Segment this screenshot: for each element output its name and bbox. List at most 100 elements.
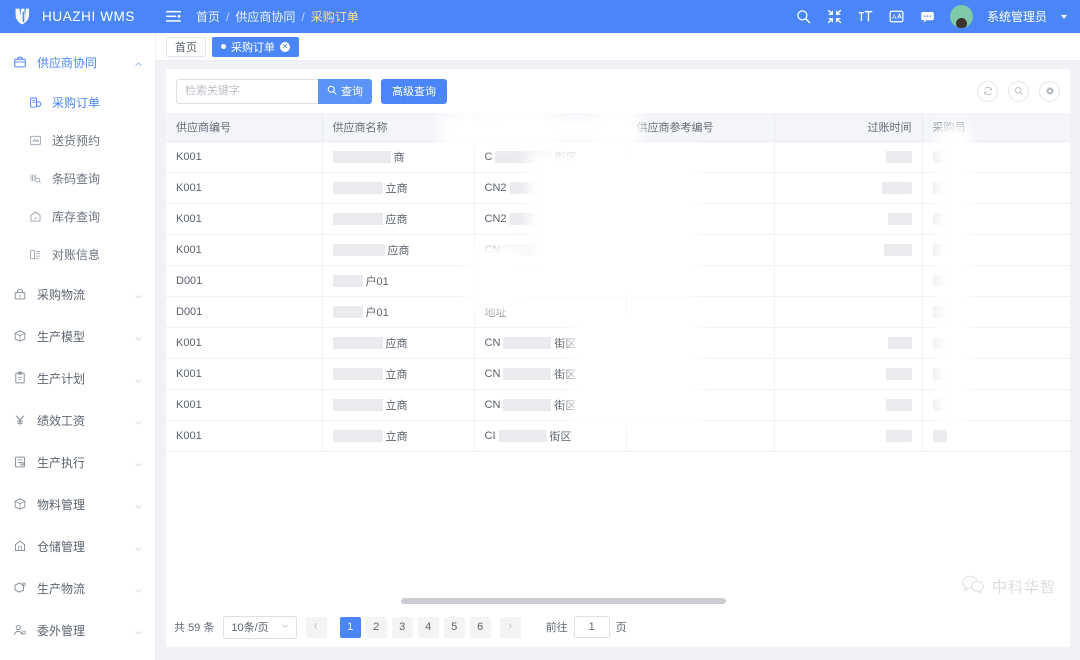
cell-supplier-code: K001 xyxy=(166,141,322,172)
query-button-label: 查询 xyxy=(341,83,363,99)
search-input[interactable] xyxy=(176,79,318,104)
sidebar-group-production-execution[interactable]: 生产执行 xyxy=(0,441,155,483)
chevron-down-icon[interactable] xyxy=(1061,15,1067,19)
font-size-icon[interactable] xyxy=(857,8,874,25)
sidebar-group-material-management[interactable]: 物料管理 xyxy=(0,483,155,525)
avatar-face xyxy=(956,18,967,28)
language-icon[interactable]: A xyxy=(888,8,905,25)
huazhi-logo-icon xyxy=(14,7,33,26)
page-size-select[interactable]: 10条/页 xyxy=(223,616,296,639)
breadcrumb-item-1[interactable]: 供应商协同 xyxy=(235,8,295,25)
page-button-1[interactable]: 1 xyxy=(340,617,361,638)
pagination: 共 59 条 10条/页 1 2 3 4 5 xyxy=(166,607,1070,647)
sidebar-group-purchase-logistics[interactable]: 采购物流 xyxy=(0,273,155,315)
advanced-query-button[interactable]: 高级查询 xyxy=(381,79,447,104)
table-row[interactable]: K001 立商 CI街区 xyxy=(166,420,1070,451)
chevron-down-icon xyxy=(134,290,143,299)
hamburger-icon xyxy=(166,10,181,23)
horizontal-scrollbar[interactable] xyxy=(166,595,1070,607)
sidebar-group-production-logistics[interactable]: 生产物流 xyxy=(0,567,155,609)
cell-post-time xyxy=(774,172,922,203)
chevron-down-icon xyxy=(134,584,143,593)
table-row[interactable]: K001 应商 CN2街 xyxy=(166,203,1070,234)
tab-purchase-order[interactable]: 采购订单 ✕ xyxy=(212,37,299,57)
search-icon xyxy=(327,85,337,98)
cell-supplier-name: 立商 xyxy=(322,172,474,203)
sidebar-item-delivery-appointment[interactable]: 送货预约 xyxy=(0,121,155,159)
fullscreen-exit-icon[interactable] xyxy=(826,8,843,25)
column-header-address[interactable]: 地址 xyxy=(474,113,626,141)
sidebar-item-label: 对账信息 xyxy=(52,246,100,263)
table-row[interactable]: K001 立商 CN街区 xyxy=(166,358,1070,389)
header-actions: A 系统管理员 xyxy=(795,5,1080,28)
tab-active-dot-icon xyxy=(221,44,226,49)
cell-buyer xyxy=(922,327,1070,358)
warehouse-management-icon xyxy=(12,539,27,553)
sidebar-nav: 供应商协同 采购订单 送货预约 条 xyxy=(0,33,155,651)
cell-supplier-name: 户01 xyxy=(322,296,474,327)
breadcrumb-item-0[interactable]: 首页 xyxy=(196,8,220,25)
sidebar-group-label: 委外管理 xyxy=(37,622,124,639)
cell-post-time xyxy=(774,327,922,358)
cell-post-time xyxy=(774,358,922,389)
prev-page-button[interactable] xyxy=(306,617,327,638)
table-row[interactable]: K001 立商 CN街区 xyxy=(166,389,1070,420)
page-button-5[interactable]: 5 xyxy=(444,617,465,638)
column-header-buyer[interactable]: 采购员 xyxy=(922,113,1070,141)
page-button-6[interactable]: 6 xyxy=(470,617,491,638)
column-header-supplier-name[interactable]: 供应商名称 xyxy=(322,113,474,141)
sidebar-item-purchase-order[interactable]: 采购订单 xyxy=(0,83,155,121)
sidebar-group-performance-wage[interactable]: 绩效工资 xyxy=(0,399,155,441)
zoom-icon[interactable] xyxy=(1008,81,1029,102)
cell-buyer xyxy=(922,172,1070,203)
search-icon[interactable] xyxy=(795,8,812,25)
table-row[interactable]: D001 户01 地址 xyxy=(166,265,1070,296)
chevron-down-icon xyxy=(134,332,143,341)
menu-toggle-button[interactable] xyxy=(156,10,190,23)
table-row[interactable]: K001 应商 CN街区 xyxy=(166,327,1070,358)
sidebar-group-outsourcing-management[interactable]: 委外管理 xyxy=(0,609,155,651)
cell-supplier-ref xyxy=(626,358,774,389)
settings-gear-icon[interactable] xyxy=(1039,81,1060,102)
sidebar-item-reconciliation[interactable]: 对账信息 xyxy=(0,235,155,273)
column-header-post-time[interactable]: 过账时间 xyxy=(774,113,922,141)
sidebar-item-inventory-query[interactable]: 库存查询 xyxy=(0,197,155,235)
sidebar-group-production-plan[interactable]: 生产计划 xyxy=(0,357,155,399)
sidebar-item-barcode-query[interactable]: 条码查询 xyxy=(0,159,155,197)
refresh-icon[interactable] xyxy=(977,81,998,102)
cell-supplier-code: K001 xyxy=(166,327,322,358)
cell-supplier-code: K001 xyxy=(166,420,322,451)
page-jump-input[interactable] xyxy=(574,616,610,638)
column-header-supplier-ref[interactable]: 供应商参考编号 xyxy=(626,113,774,141)
table-row[interactable]: K001 应商 CN街 xyxy=(166,234,1070,265)
tab-close-icon[interactable]: ✕ xyxy=(280,42,290,52)
next-page-button[interactable] xyxy=(500,617,521,638)
page-button-3[interactable]: 3 xyxy=(392,617,413,638)
cell-supplier-code: K001 xyxy=(166,234,322,265)
page-button-2[interactable]: 2 xyxy=(366,617,387,638)
cell-supplier-code: K001 xyxy=(166,389,322,420)
table-row[interactable]: D001 户01 地址 xyxy=(166,296,1070,327)
sidebar-group-warehouse-management[interactable]: 仓储管理 xyxy=(0,525,155,567)
sidebar-group-production-model[interactable]: 生产模型 xyxy=(0,315,155,357)
sidebar-item-label: 库存查询 xyxy=(52,208,100,225)
brand[interactable]: HUAZHI WMS xyxy=(0,0,156,33)
table-row[interactable]: K001 商 C街区 xyxy=(166,141,1070,172)
cell-supplier-code: K001 xyxy=(166,358,322,389)
table-row[interactable]: K001 立商 CN2街 xyxy=(166,172,1070,203)
avatar[interactable] xyxy=(950,5,973,28)
page-button-4[interactable]: 4 xyxy=(418,617,439,638)
tab-home[interactable]: 首页 xyxy=(166,37,206,57)
column-header-supplier-code[interactable]: 供应商编号 xyxy=(166,113,322,141)
query-button[interactable]: 查询 xyxy=(318,79,372,104)
message-icon[interactable] xyxy=(919,8,936,25)
delivery-appointment-icon xyxy=(28,134,42,147)
sidebar-group-label: 生产执行 xyxy=(37,454,124,471)
page-number-list: 1 2 3 4 5 6 xyxy=(340,617,491,638)
cell-address: CN街 xyxy=(474,234,626,265)
sidebar-group-supplier-collab[interactable]: 供应商协同 xyxy=(0,41,155,83)
watermark-text: 中科华智 xyxy=(992,576,1056,597)
user-name[interactable]: 系统管理员 xyxy=(987,8,1047,25)
sidebar-item-label: 条码查询 xyxy=(52,170,100,187)
scrollbar-thumb[interactable] xyxy=(401,598,726,604)
